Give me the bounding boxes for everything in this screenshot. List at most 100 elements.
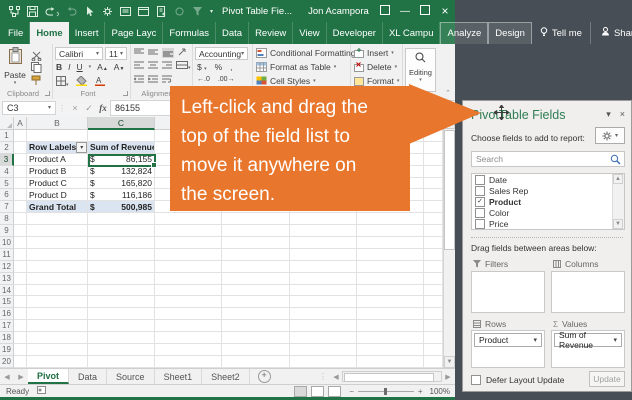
grid-cell[interactable] <box>357 320 424 332</box>
row-header-10[interactable]: 10 <box>0 237 14 249</box>
grid-cell[interactable] <box>424 344 443 356</box>
ribbon-tab-formulas[interactable]: Formulas <box>163 22 216 44</box>
field-list-scrollbar[interactable]: ▲ ▼ <box>612 174 624 229</box>
grid-cell[interactable] <box>424 285 443 297</box>
pane-options-icon[interactable]: ▾ <box>606 109 611 120</box>
grid-cell[interactable] <box>222 213 290 225</box>
grid-cell[interactable] <box>155 320 222 332</box>
grid-cell[interactable] <box>222 332 290 344</box>
grid-cell[interactable] <box>222 225 290 237</box>
wrap-text-icon[interactable] <box>162 75 172 85</box>
zoom-slider-thumb[interactable] <box>384 388 387 395</box>
grid-cell[interactable] <box>290 344 357 356</box>
field-item-product[interactable]: ✓Product <box>472 196 624 207</box>
align-center-icon[interactable] <box>148 61 158 71</box>
grid-cell[interactable]: Product D <box>27 189 88 201</box>
grid-cell[interactable] <box>424 249 443 261</box>
row-header-18[interactable]: 18 <box>0 332 14 344</box>
grid-cell[interactable] <box>222 237 290 249</box>
grid-cell[interactable] <box>27 344 88 356</box>
ribbon-tab-file[interactable]: File <box>2 22 30 44</box>
share-button[interactable]: Share <box>590 22 632 44</box>
grid-cell[interactable] <box>14 273 27 285</box>
zoom-in-icon[interactable]: + <box>418 387 423 396</box>
grid-cell[interactable] <box>27 296 88 308</box>
redo-icon[interactable] <box>66 6 77 17</box>
column-header-A[interactable]: A <box>14 117 27 130</box>
row-header-9[interactable]: 9 <box>0 225 14 237</box>
grid-cell[interactable] <box>27 237 88 249</box>
grid-cell[interactable] <box>290 225 357 237</box>
grid-cell[interactable] <box>27 308 88 320</box>
grid-cell[interactable] <box>290 213 357 225</box>
sheet-tab-sheet1[interactable]: Sheet1 <box>155 369 203 384</box>
field-scroll-down-icon[interactable]: ▼ <box>613 219 623 229</box>
grid-cell[interactable] <box>14 296 27 308</box>
italic-button[interactable]: I <box>68 62 70 72</box>
ribbon-tab-review[interactable]: Review <box>249 22 293 44</box>
grid-cell[interactable] <box>357 237 424 249</box>
vertical-scrollbar[interactable]: ▲ ▼ <box>443 117 455 368</box>
grid-cell[interactable] <box>88 213 155 225</box>
increase-indent-icon[interactable] <box>148 75 158 85</box>
grid-cell[interactable] <box>155 261 222 273</box>
grid-cell[interactable] <box>357 225 424 237</box>
row-header-17[interactable]: 17 <box>0 320 14 332</box>
grid-cell[interactable] <box>14 332 27 344</box>
row-header-3[interactable]: 3 <box>0 154 14 166</box>
zoom-level-label[interactable]: 100% <box>430 387 450 396</box>
column-header-B[interactable]: B <box>27 117 88 130</box>
macro-record-icon[interactable] <box>37 386 46 396</box>
cell-styles-button[interactable]: Cell Styles▾ <box>256 76 316 86</box>
grid-cell[interactable] <box>424 273 443 285</box>
grid-cell[interactable] <box>357 261 424 273</box>
defer-layout-checkbox[interactable] <box>471 375 481 385</box>
grid-cell[interactable] <box>88 308 155 320</box>
grid-cell[interactable] <box>424 213 443 225</box>
grid-cell[interactable] <box>424 320 443 332</box>
ribbon-tab-analyze[interactable]: Analyze <box>440 22 488 44</box>
grid-cell[interactable] <box>155 225 222 237</box>
grid-cell[interactable] <box>424 225 443 237</box>
grid-cell[interactable] <box>222 344 290 356</box>
grid-cell[interactable]: Sum of Revenue <box>88 142 155 154</box>
grid-cell[interactable] <box>155 356 222 368</box>
filters-drop-zone[interactable] <box>471 271 545 313</box>
percent-style-icon[interactable]: % <box>215 62 223 72</box>
grid-cell[interactable] <box>222 308 290 320</box>
new-sheet-icon[interactable]: + <box>258 370 271 383</box>
grid-cell[interactable] <box>357 296 424 308</box>
grid-cell[interactable]: Product B <box>27 166 88 178</box>
grid-cell[interactable] <box>222 261 290 273</box>
number-format-select[interactable]: Accounting▾ <box>195 47 248 60</box>
grid-cell[interactable] <box>27 320 88 332</box>
export-icon[interactable] <box>156 6 167 17</box>
grid-cell[interactable] <box>424 178 443 190</box>
columns-drop-zone[interactable] <box>551 271 625 313</box>
shrink-font-button[interactable]: A▼ <box>114 62 125 72</box>
grid-cell[interactable] <box>88 285 155 297</box>
grid-cell[interactable] <box>290 320 357 332</box>
grid-cell[interactable] <box>155 344 222 356</box>
comma-style-icon[interactable]: , <box>230 62 232 72</box>
borders-icon[interactable]: ▾ <box>56 76 69 88</box>
sheet-tab-pivot[interactable]: Pivot <box>28 369 69 384</box>
grid-cell[interactable]: $132,824 <box>88 166 155 178</box>
pane-title[interactable]: PivotTable Fields <box>471 108 566 122</box>
grid-cell[interactable] <box>14 237 27 249</box>
grow-font-button[interactable]: A▲ <box>97 62 108 72</box>
grid-cell[interactable] <box>88 273 155 285</box>
grid-cell[interactable] <box>222 285 290 297</box>
field-checkbox[interactable] <box>475 208 485 218</box>
grid-cell[interactable] <box>88 320 155 332</box>
grid-cell[interactable] <box>88 249 155 261</box>
grid-cell[interactable] <box>357 273 424 285</box>
ribbon-tab-xl-campu[interactable]: XL Campu <box>383 22 441 44</box>
grid-cell[interactable] <box>14 249 27 261</box>
ribbon-display-options-icon[interactable] <box>375 5 395 18</box>
merge-center-icon[interactable]: ▾ <box>176 61 191 71</box>
grid-cell[interactable] <box>222 356 290 368</box>
font-size-select[interactable]: 11▾ <box>105 47 127 60</box>
grid-cell[interactable] <box>290 273 357 285</box>
insert-cells-button[interactable]: Insert▾ <box>354 48 394 58</box>
